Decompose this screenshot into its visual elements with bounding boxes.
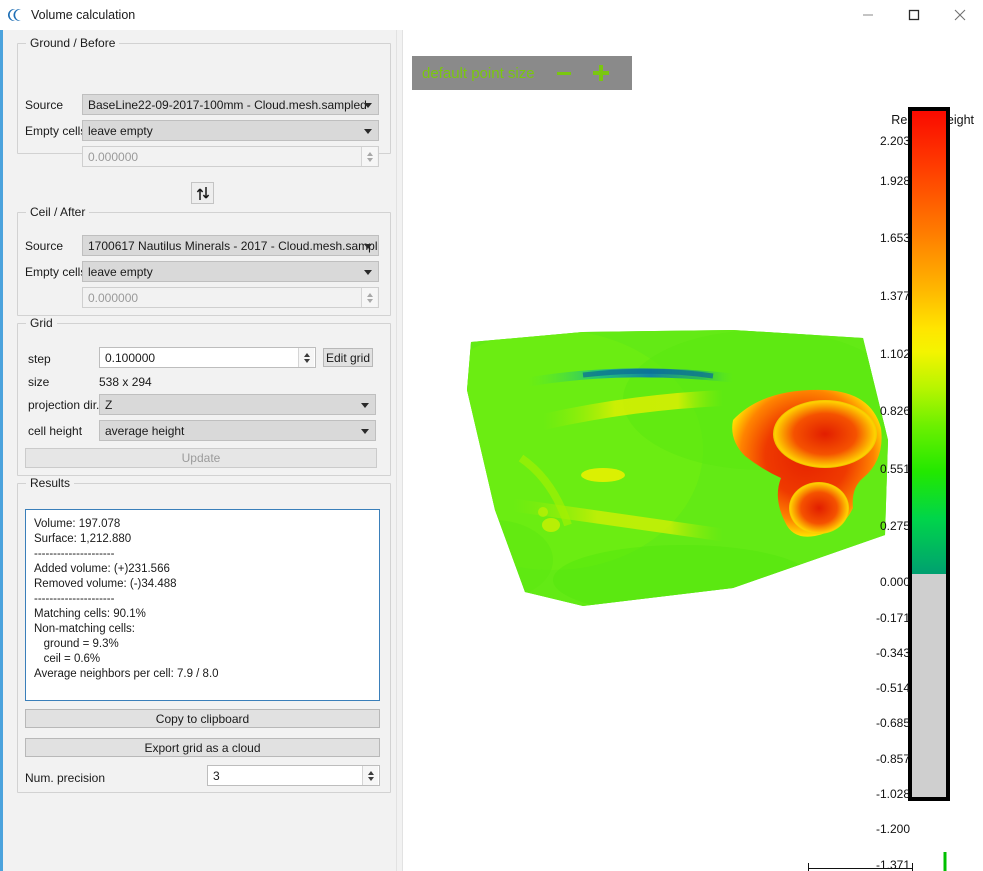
colorbar-tick: -0.514: [875, 681, 910, 695]
grid-cell-height-value: average height: [105, 423, 185, 438]
grid-step-label: step: [28, 352, 51, 366]
grid-step-value: 0.100000: [105, 350, 156, 365]
grid-projection-combo[interactable]: Z: [99, 394, 376, 415]
grid-legend: Grid: [26, 316, 57, 330]
colorbar-tick: -1.371: [875, 858, 910, 871]
chevron-down-icon: [364, 102, 372, 108]
copy-to-clipboard-label: Copy to clipboard: [155, 711, 250, 726]
ceil-height-value: 0.000000: [88, 290, 139, 305]
grid-cell-height-label: cell height: [28, 424, 83, 438]
panel-splitter[interactable]: [396, 30, 403, 871]
settings-panel: Ground / Before Source BaseLine22-09-201…: [0, 30, 396, 871]
dialog-content: Ground / Before Source BaseLine22-09-201…: [0, 30, 983, 871]
spinner-arrows-icon[interactable]: [361, 147, 377, 166]
ground-before-legend: Ground / Before: [26, 36, 120, 50]
export-grid-label: Export grid as a cloud: [144, 740, 261, 755]
point-cloud-mesh: [433, 330, 893, 630]
colorbar-tick: 1.102: [879, 347, 910, 361]
grid-size-value: 538 x 294: [99, 375, 152, 389]
ceil-empty-cells-value: leave empty: [88, 264, 153, 279]
ceil-source-value: 1700617 Nautilus Minerals - 2017 - Cloud…: [88, 238, 379, 253]
plus-icon[interactable]: [592, 65, 609, 81]
chevron-down-icon: [361, 428, 369, 434]
num-precision-value: 3: [213, 768, 220, 783]
colorbar-tick: -0.343: [875, 646, 910, 660]
chevron-down-icon: [361, 402, 369, 408]
3d-viewport[interactable]: default point size height 2.203 1.928 1.…: [403, 30, 983, 871]
title-bar: Volume calculation: [0, 0, 983, 30]
num-precision-label: Num. precision: [25, 771, 106, 785]
window-title: Volume calculation: [31, 8, 136, 22]
ground-empty-cells-combo[interactable]: leave empty: [82, 120, 379, 141]
grid-projection-value: Z: [105, 397, 113, 412]
window-controls: [845, 0, 983, 30]
default-point-size-overlay[interactable]: default point size: [412, 56, 632, 90]
colorbar-tick: -0.685: [875, 716, 910, 730]
axis-origin-icon: [939, 848, 975, 871]
results-textarea[interactable]: Volume: 197.078 Surface: 1,212.880 -----…: [25, 509, 380, 701]
cloudcompare-logo-icon: [8, 7, 24, 23]
ground-height-value: 0.000000: [88, 149, 139, 164]
ceil-source-label: Source: [25, 239, 64, 253]
ground-source-label: Source: [25, 98, 64, 112]
colorbar-tick: 1.377: [879, 289, 910, 303]
mesh-render: [467, 330, 888, 606]
colorbar-tick: 2.203: [879, 134, 910, 148]
ceil-empty-cells-combo[interactable]: leave empty: [82, 261, 379, 282]
colorbar-tick: -1.028: [875, 787, 910, 801]
chevron-down-icon: [364, 243, 372, 249]
ground-source-value: BaseLine22-09-2017-100mm - Cloud.mesh.sa…: [88, 97, 367, 112]
ground-source-combo[interactable]: BaseLine22-09-2017-100mm - Cloud.mesh.sa…: [82, 94, 379, 115]
colorbar-tick: -1.200: [875, 822, 910, 836]
chevron-down-icon: [364, 128, 372, 134]
grid-cell-height-combo[interactable]: average height: [99, 420, 376, 441]
render-panel: default point size height 2.203 1.928 1.…: [403, 30, 983, 871]
scale-bar: [808, 863, 913, 871]
spinner-arrows-icon[interactable]: [298, 348, 314, 367]
ceil-source-combo[interactable]: 1700617 Nautilus Minerals - 2017 - Cloud…: [82, 235, 379, 256]
colorbar-tick: 0.275: [879, 519, 910, 533]
results-legend: Results: [26, 476, 75, 490]
colorbar-tick: -0.857: [875, 752, 910, 766]
swap-sources-button[interactable]: [191, 182, 214, 204]
colorbar-tick: 0.826: [879, 404, 910, 418]
ceil-after-legend: Ceil / After: [26, 205, 90, 219]
colorbar: [908, 107, 950, 801]
minimize-button[interactable]: [845, 0, 891, 30]
close-button[interactable]: [937, 0, 983, 30]
colorbar-gradient: [912, 111, 946, 575]
chevron-down-icon: [364, 269, 372, 275]
grid-projection-label: projection dir.: [28, 398, 100, 412]
ground-empty-cells-label: Empty cells: [25, 124, 87, 138]
spinner-arrows-icon[interactable]: [361, 288, 377, 307]
grid-step-spinbox[interactable]: 0.100000: [99, 347, 316, 368]
spinner-arrows-icon[interactable]: [362, 766, 378, 785]
edit-grid-label: Edit grid: [325, 350, 371, 365]
minus-icon[interactable]: [556, 71, 571, 75]
grid-size-label: size: [28, 375, 50, 389]
colorbar-tick: 0.551: [879, 462, 910, 476]
ceil-height-spinbox[interactable]: 0.000000: [82, 287, 379, 308]
num-precision-spinbox[interactable]: 3: [207, 765, 380, 786]
copy-to-clipboard-button[interactable]: Copy to clipboard: [25, 709, 380, 728]
colorbar-tick: 1.928: [879, 174, 910, 188]
colorbar-tick: 0.000: [879, 575, 910, 589]
export-grid-button[interactable]: Export grid as a cloud: [25, 738, 380, 757]
ceil-empty-cells-label: Empty cells: [25, 265, 87, 279]
colorbar-tick: -0.171: [875, 611, 910, 625]
update-button[interactable]: Update: [25, 448, 377, 468]
ground-empty-cells-value: leave empty: [88, 123, 153, 138]
edit-grid-button[interactable]: Edit grid: [323, 348, 373, 367]
swap-up-down-icon: [196, 186, 209, 200]
maximize-button[interactable]: [891, 0, 937, 30]
update-label: Update: [181, 451, 221, 465]
colorbar-tick: 1.653: [879, 231, 910, 245]
point-size-label: default point size: [422, 64, 535, 82]
ground-height-spinbox[interactable]: 0.000000: [82, 146, 379, 167]
